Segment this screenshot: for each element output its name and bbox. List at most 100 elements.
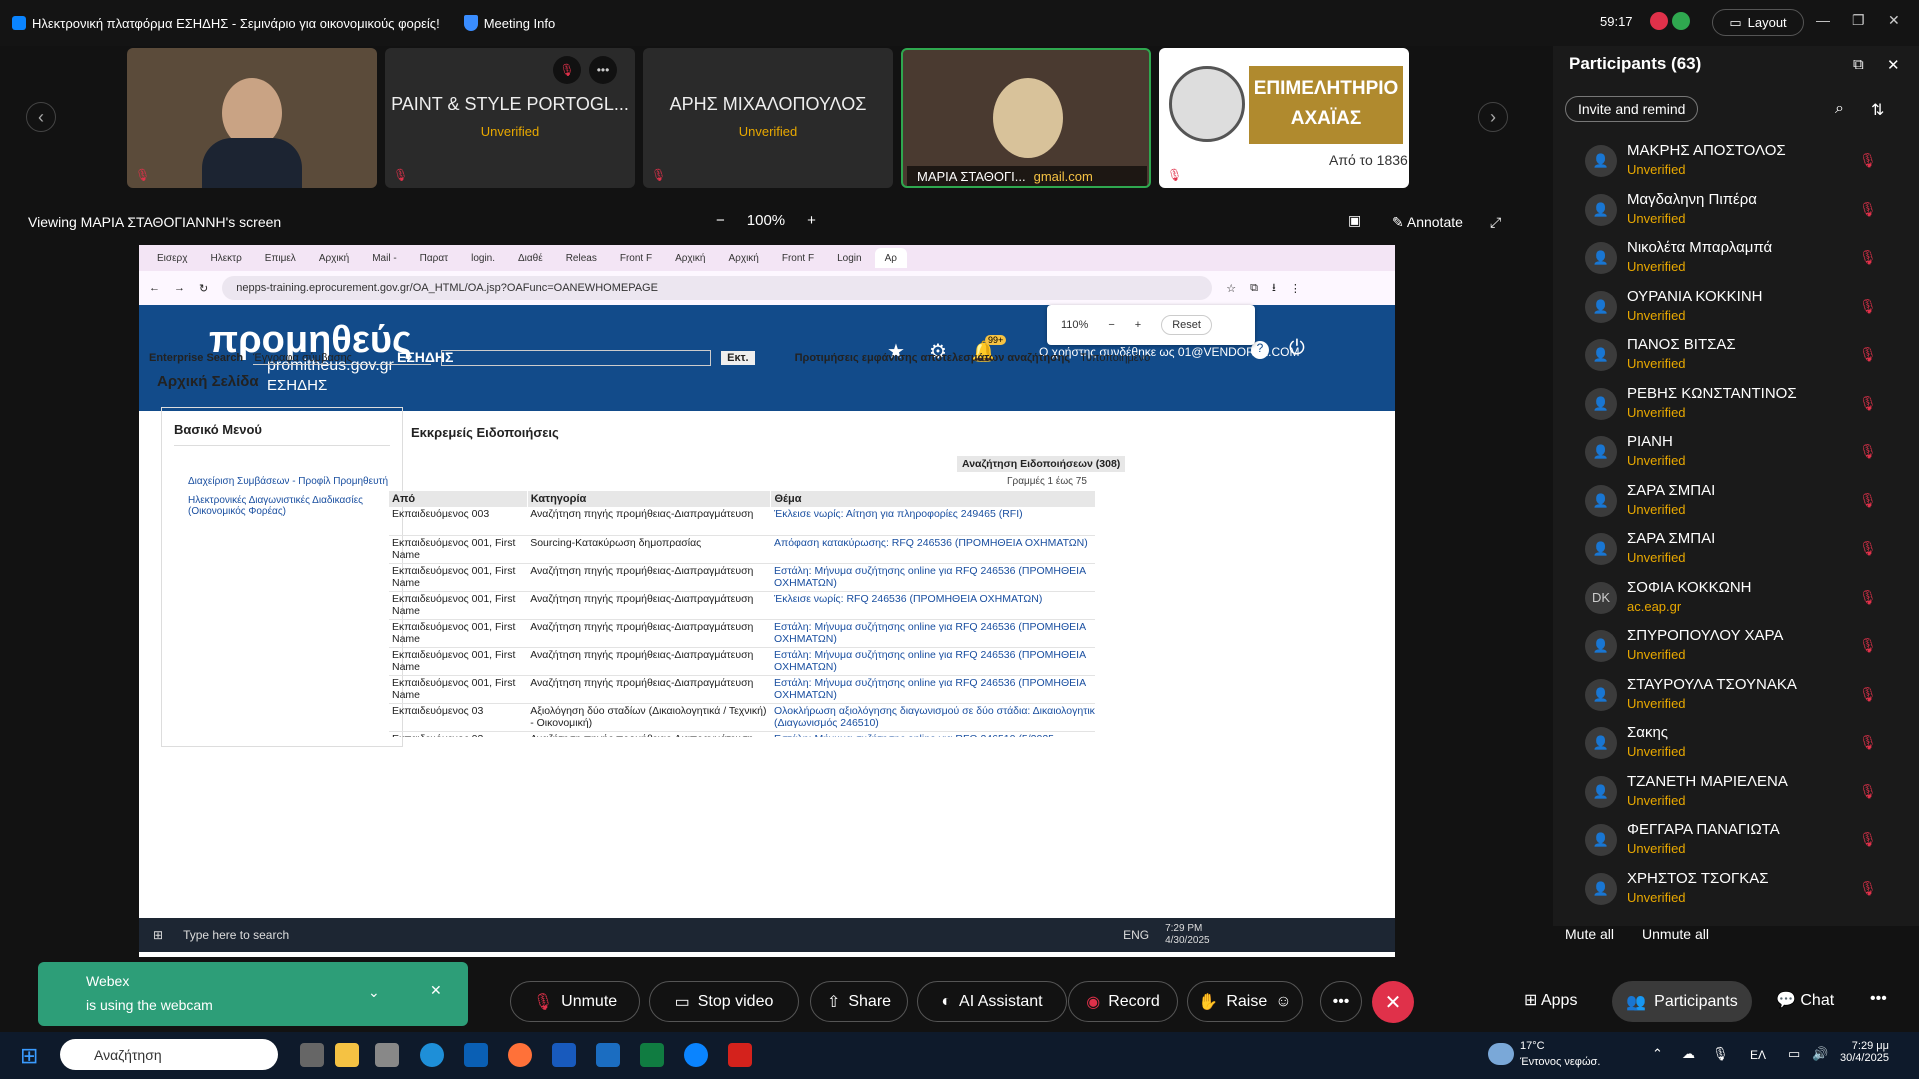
cell-subject[interactable]: Εστάλη: Μήνυμα συζήτησης online για RFQ …	[770, 731, 1095, 737]
layout-button[interactable]: ▭ Layout	[1712, 9, 1804, 36]
muted-mic-icon[interactable]: 🎙	[1859, 395, 1877, 412]
sort-icon[interactable]: ⇅	[1871, 100, 1884, 120]
participant-row[interactable]: 👤 ΦΕΓΓΑΡΑ ΠΑΝΑΓΙΩΤΑ Unverified 🎙	[1553, 819, 1919, 868]
taskview-icon[interactable]	[300, 1043, 324, 1067]
onedrive-icon[interactable]: ☁	[1682, 1046, 1695, 1062]
column-header[interactable]: Από	[389, 491, 528, 507]
prefs-select[interactable]: Τυποποιημένο	[1080, 352, 1150, 364]
participant-row[interactable]: 👤 Σακης Unverified 🎙	[1553, 722, 1919, 771]
mic-tray-icon[interactable]: 🎙	[1712, 1046, 1729, 1062]
download-icon[interactable]: ⭳	[1272, 279, 1276, 298]
muted-mic-icon[interactable]: 🎙	[1859, 443, 1877, 460]
browser-tab[interactable]: Front F	[772, 248, 824, 268]
raise-button[interactable]: ✋ Raise ☺	[1187, 981, 1303, 1022]
video-tile-paint-style[interactable]: 🎙 ••• PAINT & STYLE PORTOGL... Unverifie…	[385, 48, 635, 188]
zoom-in-icon[interactable]: +	[807, 212, 816, 229]
firefox-icon[interactable]	[508, 1043, 532, 1067]
cell-subject[interactable]: Απόφαση κατακύρωσης: RFQ 246536 (ΠΡΟΜΗΘΕ…	[770, 535, 1095, 564]
participant-row[interactable]: 👤 ΡΙΑΝΗ Unverified 🎙	[1553, 431, 1919, 480]
participants-button[interactable]: 👥 Participants	[1612, 981, 1752, 1022]
cell-subject[interactable]: Εστάλη: Μήνυμα συζήτησης online για RFQ …	[770, 619, 1095, 648]
video-tile-chamber[interactable]: ΕΠΙΜΕΛΗΤΗΡΙΟ ΑΧΑΪΑΣ Από το 1836 🎙	[1159, 48, 1409, 188]
menu-item-tenders[interactable]: Ηλεκτρονικές Διαγωνιστικές Διαδικασίες (…	[188, 495, 368, 517]
browser-tab[interactable]: Mail -	[362, 248, 406, 268]
cell-subject[interactable]: Έκλεισε νωρίς: Αίτηση για πληροφορίες 24…	[770, 507, 1095, 536]
participant-row[interactable]: 👤 ΣΠΥΡΟΠΟΥΛΟΥ ΧΑΡΑ Unverified 🎙	[1553, 625, 1919, 674]
edge-icon[interactable]	[420, 1043, 444, 1067]
volume-icon[interactable]: 🔊	[1812, 1046, 1828, 1062]
video-tile-maria[interactable]: ΜΑΡΙΑ ΣΤΑΘΟΓΙ... gmail.com	[901, 48, 1151, 188]
back-icon[interactable]: ←	[149, 282, 160, 294]
participant-row[interactable]: 👤 Νικολέτα Μπαρλαμπά Unverified 🎙	[1553, 237, 1919, 286]
popout-icon[interactable]: ⧉	[1853, 56, 1864, 73]
participant-row[interactable]: 👤 ΜΑΚΡΗΣ ΑΠΟΣΤΟΛΟΣ Unverified 🎙	[1553, 140, 1919, 189]
forward-icon[interactable]: →	[174, 282, 185, 294]
browser-tab[interactable]: Login	[827, 248, 871, 268]
shield-icon[interactable]	[463, 15, 478, 31]
muted-mic-icon[interactable]: 🎙	[1859, 734, 1877, 751]
share-view-icon[interactable]: ▣	[1348, 212, 1361, 229]
toast-close-icon[interactable]: ✕	[430, 982, 442, 999]
browser-tab[interactable]: Front F	[610, 248, 662, 268]
muted-mic-icon[interactable]: 🎙	[1859, 201, 1877, 218]
participant-row[interactable]: 👤 Μαγδαληνη Πιπέρα Unverified 🎙	[1553, 189, 1919, 238]
leave-icon[interactable]: ✕	[1372, 981, 1414, 1023]
ai-assistant-button[interactable]: ◐ AI Assistant	[917, 981, 1067, 1022]
address-bar[interactable]: nepps-training.eprocurement.gov.gr/OA_HT…	[222, 276, 1213, 300]
video-tile-speaker[interactable]: 🎙	[127, 48, 377, 188]
cell-subject[interactable]: Εστάλη: Μήνυμα συζήτησης online για RFQ …	[770, 675, 1095, 704]
explorer-icon[interactable]	[335, 1043, 359, 1067]
notif-search-button[interactable]: Αναζήτηση Ειδοποιήσεων (308)	[957, 456, 1126, 472]
cell-subject[interactable]: Εστάλη: Μήνυμα συζήτησης online για RFQ …	[770, 647, 1095, 676]
browser-tab[interactable]: Αρ	[874, 248, 907, 268]
toast-expand-icon[interactable]: ⌄	[368, 984, 380, 1001]
taskbar-search[interactable]: Αναζήτηση	[60, 1039, 278, 1070]
muted-mic-icon[interactable]: 🎙	[1859, 346, 1877, 363]
browser-tab[interactable]: Αρχική	[309, 248, 359, 268]
zoom-out-icon[interactable]: −	[716, 212, 725, 229]
vscode-icon[interactable]	[596, 1043, 620, 1067]
stop-video-button[interactable]: ▭ Stop video	[649, 981, 799, 1022]
strip-prev-icon[interactable]: ‹	[26, 102, 56, 132]
participant-row[interactable]: 👤 ΣΤΑΥΡΟΥΛΑ ΤΣΟΥΝΑΚΑ Unverified 🎙	[1553, 674, 1919, 723]
muted-mic-icon[interactable]: 🎙	[1859, 637, 1877, 654]
annotate-button[interactable]: ✎ Annotate	[1392, 214, 1463, 231]
logout-icon[interactable]: ⏻	[1289, 337, 1305, 360]
outlook-icon[interactable]	[464, 1043, 488, 1067]
unmute-all-button[interactable]: Unmute all	[1642, 926, 1709, 942]
browser-zoom-out-icon[interactable]: −	[1108, 319, 1114, 331]
cell-subject[interactable]: Εστάλη: Μήνυμα συζήτησης online για RFQ …	[770, 563, 1095, 592]
participant-row[interactable]: 👤 ΧΡΗΣΤΟΣ ΤΣΟΓΚΑΣ Unverified 🎙	[1553, 868, 1919, 917]
zoom-reset-button[interactable]: Reset	[1161, 315, 1212, 335]
participant-row[interactable]: 👤 ΠΑΝΟΣ ΒΙΤΣΑΣ Unverified 🎙	[1553, 334, 1919, 383]
participant-row[interactable]: 👤 ΟΥΡΑΝΙΑ ΚΟΚΚΙΝΗ Unverified 🎙	[1553, 286, 1919, 335]
participant-row[interactable]: 👤 ΤΖΑΝΕΤΗ ΜΑΡΙΕΛΕΝΑ Unverified 🎙	[1553, 771, 1919, 820]
muted-mic-icon[interactable]: 🎙	[1859, 298, 1877, 315]
muted-mic-icon[interactable]: 🎙	[1859, 249, 1877, 266]
browser-tab[interactable]: Εισερχ	[147, 248, 197, 268]
cell-subject[interactable]: Έκλεισε νωρίς: RFQ 246536 (ΠΡΟΜΗΘΕΙΑ ΟΧΗ…	[770, 591, 1095, 620]
taskbar-clock[interactable]: 7:29 μμ 30/4/2025	[1840, 1040, 1889, 1064]
participant-row[interactable]: 👤 ΡΕΒΗΣ ΚΩΝΣΤΑΝΤΙΝΟΣ Unverified 🎙	[1553, 383, 1919, 432]
meeting-info-link[interactable]: Meeting Info	[484, 16, 556, 31]
apps-button[interactable]: ⊞ Apps	[1524, 990, 1577, 1010]
browser-tab[interactable]: Releas	[556, 248, 607, 268]
muted-mic-icon[interactable]: 🎙	[1859, 783, 1877, 800]
cell-subject[interactable]: Ολοκλήρωση αξιολόγησης διαγωνισμού σε δύ…	[770, 703, 1095, 732]
participant-row[interactable]: DK ΣΟΦΙΑ ΚΟΚΚΩΝΗ ac.eap.gr 🎙	[1553, 577, 1919, 626]
browser-tab[interactable]: Αρχική	[665, 248, 715, 268]
muted-mic-icon[interactable]: 🎙	[1859, 831, 1877, 848]
mute-all-button[interactable]: Mute all	[1565, 926, 1614, 942]
column-header[interactable]: Θέμα	[770, 491, 1095, 507]
chat-button[interactable]: 💬 Chat	[1776, 990, 1834, 1010]
more-options-icon[interactable]: •••	[589, 56, 617, 84]
camera-app-icon[interactable]	[375, 1043, 399, 1067]
muted-mic-icon[interactable]: 🎙	[1859, 492, 1877, 509]
column-header[interactable]: Κατηγορία	[527, 491, 772, 507]
browser-tab[interactable]: Ηλεκτρ	[200, 248, 251, 268]
search-select[interactable]: Έγγραφα σύμβασης	[253, 352, 432, 365]
network-icon[interactable]: ▭	[1788, 1046, 1800, 1062]
webex-icon[interactable]	[684, 1043, 708, 1067]
star-icon[interactable]: ☆	[1226, 282, 1236, 295]
muted-mic-icon[interactable]: 🎙	[1859, 540, 1877, 557]
